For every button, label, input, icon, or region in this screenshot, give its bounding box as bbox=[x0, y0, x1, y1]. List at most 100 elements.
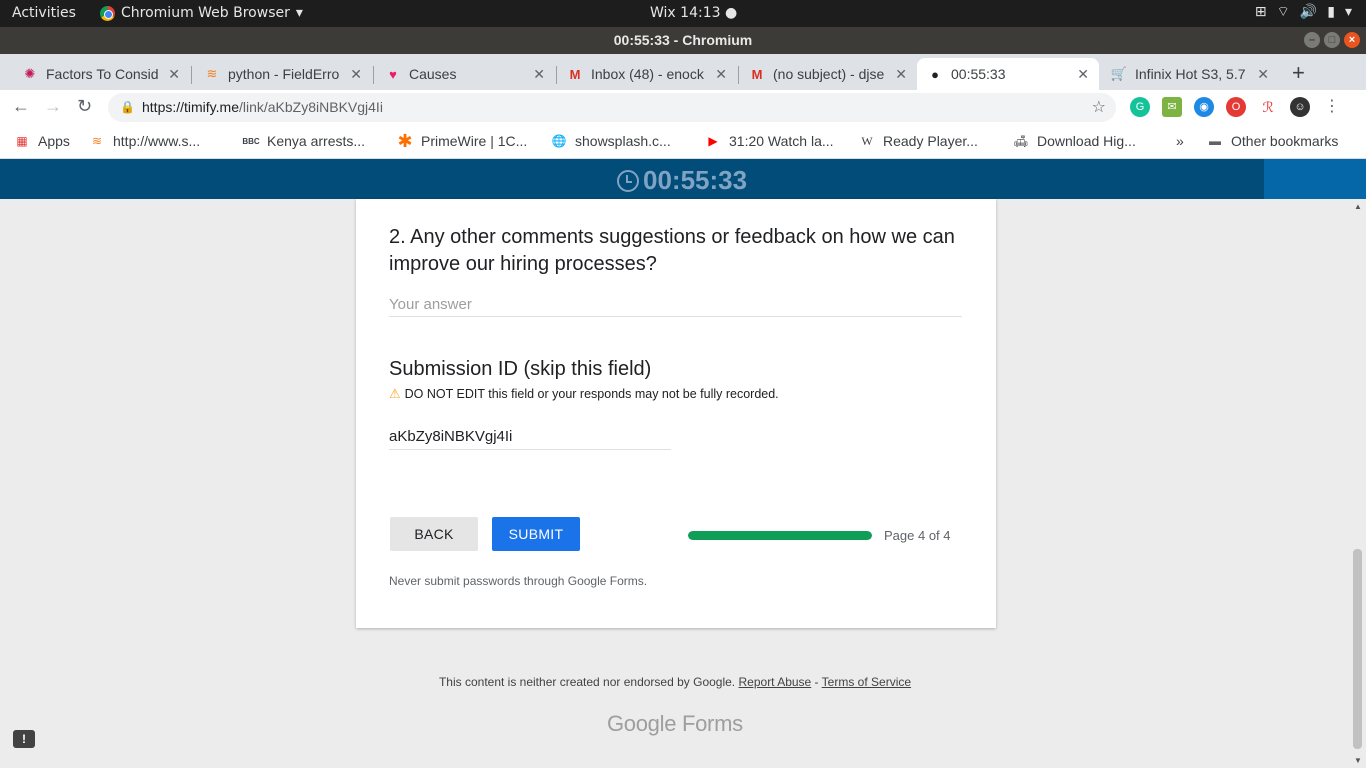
tab-factors[interactable]: ✺ Factors To Consid ✕ bbox=[12, 58, 190, 90]
page-scrollbar[interactable]: ▲ ▼ bbox=[1350, 199, 1366, 768]
scrollbar-thumb[interactable] bbox=[1353, 549, 1362, 749]
lock-icon[interactable]: 🔒 bbox=[120, 93, 135, 122]
cart-icon: 🛒 bbox=[1110, 66, 1128, 81]
causes-icon: ♥ bbox=[389, 66, 397, 82]
close-tab-icon[interactable]: ✕ bbox=[715, 66, 727, 83]
scroll-up-icon[interactable]: ▲ bbox=[1354, 202, 1362, 211]
tab-no-subject[interactable]: M (no subject) - djse ✕ bbox=[739, 58, 917, 90]
feedback-icon[interactable]: ! bbox=[13, 730, 35, 748]
wikipedia-icon: W bbox=[861, 133, 873, 148]
submission-id-warning-text: DO NOT EDIT this field or your responds … bbox=[404, 387, 779, 401]
submission-id-input[interactable] bbox=[389, 424, 671, 450]
submit-button[interactable]: SUBMIT bbox=[492, 517, 580, 551]
apps-grid-icon: ▦ bbox=[16, 134, 28, 148]
forward-arrow-icon[interactable]: → bbox=[44, 96, 62, 117]
warning-icon: ⚠ bbox=[389, 386, 401, 401]
bookmarks-overflow[interactable]: » bbox=[1176, 133, 1184, 149]
bookmark-label: » bbox=[1176, 133, 1184, 149]
bookmark-label: 31:20 Watch la... bbox=[729, 133, 834, 149]
scroll-down-icon[interactable]: ▼ bbox=[1354, 756, 1362, 765]
maximize-icon[interactable]: □ bbox=[1324, 32, 1340, 48]
submission-id-title: Submission ID (skip this field) bbox=[389, 358, 652, 380]
reload-icon[interactable]: ↻ bbox=[77, 96, 92, 117]
wifi-icon[interactable]: ⌔ bbox=[1277, 3, 1290, 21]
bookmark-kenya[interactable]: BBC Kenya arrests... bbox=[242, 133, 365, 149]
bookmark-star-icon[interactable]: ☆ bbox=[1092, 93, 1106, 122]
system-tray[interactable]: ⊞ ⌔ 🔊 ▮ ▾ bbox=[1255, 3, 1352, 21]
close-tab-icon[interactable]: ✕ bbox=[1257, 66, 1269, 83]
bbc-icon: BBC bbox=[242, 136, 260, 146]
tab-title: 00:55:33 bbox=[951, 66, 1006, 82]
bookmark-showsplash[interactable]: 🌐 showsplash.c... bbox=[551, 133, 671, 149]
tab-inbox[interactable]: M Inbox (48) - enock ✕ bbox=[557, 58, 737, 90]
bookmark-apps[interactable]: ▦ Apps bbox=[14, 133, 70, 149]
back-arrow-icon[interactable]: ← bbox=[12, 96, 30, 117]
globe-extension-icon[interactable]: ◉ bbox=[1194, 97, 1214, 117]
back-button[interactable]: BACK bbox=[390, 517, 478, 551]
activities-button[interactable]: Activities bbox=[12, 5, 76, 21]
tab-causes[interactable]: ♥ Causes ✕ bbox=[375, 58, 555, 90]
tab-title: Causes bbox=[409, 66, 457, 82]
app-menu[interactable]: Chromium Web Browser ▾ bbox=[100, 5, 303, 21]
bookmark-label: http://www.s... bbox=[113, 133, 201, 149]
workspaces-icon[interactable]: ⊞ bbox=[1255, 4, 1267, 20]
google-forms-logo[interactable]: Google Forms bbox=[607, 711, 743, 737]
asterisk-icon: ✱ bbox=[397, 130, 413, 151]
address-bar[interactable]: 🔒 https://timify.me/link/aKbZy8iNBKVgj4I… bbox=[108, 93, 1116, 122]
answer-input[interactable] bbox=[389, 293, 962, 317]
grammarly-icon[interactable]: G bbox=[1130, 97, 1150, 117]
close-tab-icon[interactable]: ✕ bbox=[1077, 66, 1089, 83]
minimize-icon[interactable]: – bbox=[1304, 32, 1320, 48]
bookmark-download[interactable]: 🛋 Download Hig... bbox=[1013, 133, 1136, 149]
url-path: /link/aKbZy8iNBKVgj4Ii bbox=[238, 99, 383, 115]
new-tab-button[interactable]: + bbox=[1292, 60, 1305, 86]
bookmark-youtube[interactable]: ▶ 31:20 Watch la... bbox=[705, 133, 834, 149]
close-tab-icon[interactable]: ✕ bbox=[168, 66, 180, 83]
password-warning: Never submit passwords through Google Fo… bbox=[389, 574, 648, 588]
bookmark-ready-player[interactable]: W Ready Player... bbox=[859, 133, 978, 149]
bookmark-other[interactable]: ▬ Other bookmarks bbox=[1207, 133, 1338, 149]
app-menu-label: Chromium Web Browser bbox=[121, 5, 290, 21]
timify-icon: ● bbox=[931, 66, 939, 82]
bookmark-label: PrimeWire | 1C... bbox=[421, 133, 528, 149]
tab-infinix[interactable]: 🛒 Infinix Hot S3, 5.7 ✕ bbox=[1101, 58, 1279, 90]
bookmark-label: Download Hig... bbox=[1037, 133, 1136, 149]
avatar[interactable]: ☺ bbox=[1290, 97, 1310, 117]
tab-title: Inbox (48) - enock bbox=[591, 66, 704, 82]
bookmark-label: Apps bbox=[38, 133, 70, 149]
bookmark-label: Ready Player... bbox=[883, 133, 978, 149]
close-tab-icon[interactable]: ✕ bbox=[533, 66, 545, 83]
opera-icon[interactable]: O bbox=[1226, 97, 1246, 117]
menu-kebab-icon[interactable]: ⋮ bbox=[1322, 97, 1342, 117]
chromium-icon bbox=[100, 5, 115, 21]
bookmarks-bar: ▦ Apps ≋ http://www.s... BBC Kenya arres… bbox=[0, 125, 1366, 159]
bookmark-stackoverflow[interactable]: ≋ http://www.s... bbox=[89, 133, 200, 149]
chevron-down-icon[interactable]: ▾ bbox=[1345, 4, 1352, 20]
window-title: 00:55:33 - Chromium bbox=[613, 32, 753, 48]
battery-icon[interactable]: ▮ bbox=[1327, 4, 1335, 20]
tab-python[interactable]: ≋ python - FieldErro ✕ bbox=[194, 58, 372, 90]
browser-toolbar: ← → ↻ 🔒 https://timify.me/link/aKbZy8iNB… bbox=[0, 90, 1366, 125]
report-abuse-link[interactable]: Report Abuse bbox=[739, 675, 812, 689]
bookmark-primewire[interactable]: ✱ PrimeWire | 1C... bbox=[397, 130, 528, 151]
tab-timify-active[interactable]: ● 00:55:33 ✕ bbox=[917, 58, 1099, 90]
terms-of-service-link[interactable]: Terms of Service bbox=[822, 675, 911, 689]
os-top-bar: Activities Chromium Web Browser ▾ Wix 14… bbox=[0, 0, 1366, 27]
extensions-area: G ✉ ◉ O ℛ ☺ ⋮ bbox=[1130, 97, 1342, 117]
footer-separator: - bbox=[811, 675, 822, 689]
countdown-timer: 00:55:33 bbox=[617, 165, 747, 196]
volume-icon[interactable]: 🔊 bbox=[1300, 4, 1317, 20]
close-tab-icon[interactable]: ✕ bbox=[895, 66, 907, 83]
progress-fill bbox=[688, 531, 872, 540]
tab-title: Infinix Hot S3, 5.7 bbox=[1135, 66, 1246, 82]
gmail-icon: M bbox=[569, 66, 581, 82]
couch-icon: 🛋 bbox=[1013, 134, 1029, 148]
caret-down-icon: ▾ bbox=[295, 5, 303, 21]
window-controls: – □ × bbox=[1304, 32, 1360, 48]
translate-extension-icon[interactable]: ℛ bbox=[1258, 97, 1278, 117]
youtube-icon: ▶ bbox=[708, 134, 718, 148]
mail-extension-icon[interactable]: ✉ bbox=[1162, 97, 1182, 117]
close-window-icon[interactable]: × bbox=[1344, 32, 1360, 48]
close-tab-icon[interactable]: ✕ bbox=[350, 66, 362, 83]
system-clock[interactable]: Wix 14:13 ● bbox=[650, 5, 737, 21]
